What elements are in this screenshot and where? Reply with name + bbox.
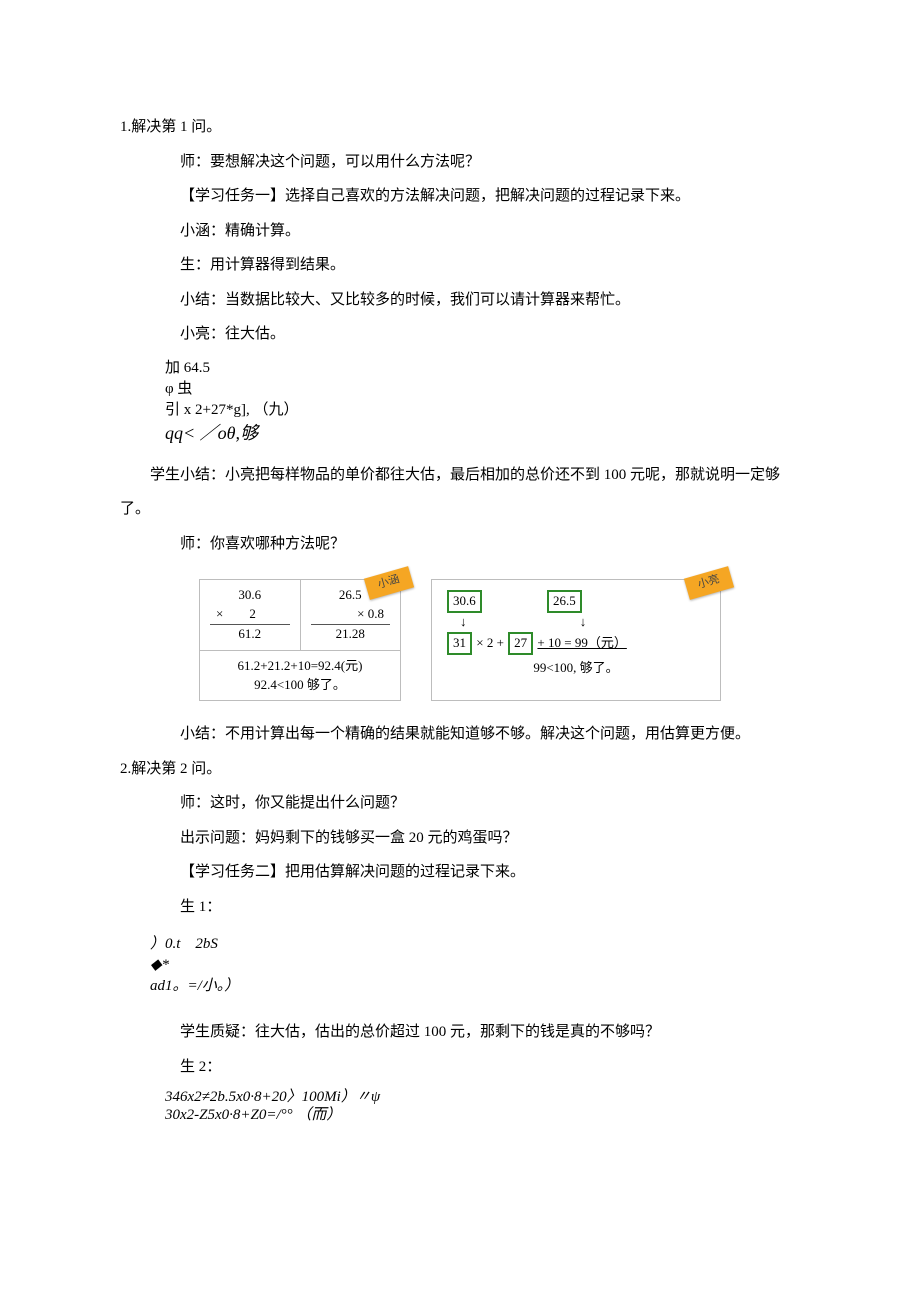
calc-line: 31 × 2 + 27 + 10 = 99（元）: [446, 632, 706, 655]
scratch-line: ◆*: [150, 955, 800, 976]
card-xiaoliang: 小亮 30.6 26.5 ↓ ↓ 31 × 2 + 27 + 10 = 99（元…: [431, 579, 721, 701]
scratch-line: ad1。=/小。）: [150, 976, 800, 997]
arrow-row: ↓ ↓: [446, 613, 706, 632]
text: + 10 = 99（元）: [537, 635, 626, 650]
calc-line: 61.2: [210, 625, 290, 644]
scratch-work-2: ）0.t 2bS ◆* ad1。=/小。）: [120, 934, 800, 997]
calc-line: 21.28: [311, 625, 391, 644]
teacher-line-3: 师：这时，你又能提出什么问题？: [120, 786, 800, 821]
work-cards-row: 小涵 30.6 × 2 61.2 26.5 × 0.8 21.28 61.2+2…: [120, 579, 800, 701]
heading-q2: 2.解决第 2 问。: [120, 752, 800, 787]
calc-line: 30.6 26.5: [446, 590, 706, 613]
text: × 2 +: [476, 635, 504, 650]
student-1: 生 1：: [120, 890, 800, 925]
student-xiaoliang: 小亮：往大估。: [120, 317, 800, 352]
scratch-work-1: 加 64.5 φ 虫 引 x 2+27*g], （九） qq< ／oθ,够: [120, 358, 800, 446]
scratch-line: 引 x 2+27*g], （九）: [165, 400, 800, 421]
student-summary-1: 学生小结：小亮把每样物品的单价都往大估，最后相加的总价还不到 100 元呢，那就…: [120, 458, 800, 527]
boxed-number: 27: [508, 632, 533, 655]
scratch-line: ）0.t 2bS: [150, 934, 800, 955]
card-tag: 小亮: [684, 566, 734, 600]
card-xiaohan: 小涵 30.6 × 2 61.2 26.5 × 0.8 21.28 61.2+2…: [199, 579, 401, 701]
calc-line: 30.6: [210, 586, 290, 605]
student-xiaohan: 小涵：精确计算。: [120, 214, 800, 249]
calc-line: 61.2+21.2+10=92.4(元): [210, 657, 390, 676]
scratch-line: 加 64.5: [165, 358, 800, 379]
summary-2: 小结：不用计算出每一个精确的结果就能知道够不够。解决这个问题，用估算更方便。: [120, 717, 800, 752]
card-cell: 30.6 × 2 61.2: [200, 580, 301, 651]
scratch-work-3: 346x2≠2b.5x0·8+20〉100Mi）〃ψ 30x2-Z5x0·8+Z…: [120, 1088, 800, 1124]
document-page: 1.解决第 1 问。 师：要想解决这个问题，可以用什么方法呢？ 【学习任务一】选…: [0, 0, 920, 1301]
boxed-number: 26.5: [547, 590, 582, 613]
calc-line: × 0.8: [311, 605, 391, 625]
calc-line: 92.4<100 够了。: [210, 676, 390, 695]
summary-1: 小结：当数据比较大、又比较多的时候，我们可以请计算器来帮忙。: [120, 283, 800, 318]
scratch-line: 30x2-Z5x0·8+Z0=/°° （而）: [165, 1106, 800, 1124]
student-sheng: 生：用计算器得到结果。: [120, 248, 800, 283]
boxed-number: 30.6: [447, 590, 482, 613]
calc-line: 99<100, 够了。: [446, 659, 706, 678]
task-2: 【学习任务二】把用估算解决问题的过程记录下来。: [120, 855, 800, 890]
teacher-line-2: 师：你喜欢哪种方法呢？: [120, 527, 800, 562]
teacher-line-1: 师：要想解决这个问题，可以用什么方法呢？: [120, 145, 800, 180]
boxed-number: 31: [447, 632, 472, 655]
calc-line: × 2: [210, 605, 290, 625]
heading-q1: 1.解决第 1 问。: [120, 110, 800, 145]
scratch-line: φ 虫: [165, 379, 800, 400]
problem-shown: 出示问题：妈妈剩下的钱够买一盒 20 元的鸡蛋吗？: [120, 821, 800, 856]
scratch-line: 346x2≠2b.5x0·8+20〉100Mi）〃ψ: [165, 1088, 800, 1106]
student-2: 生 2：: [120, 1050, 800, 1085]
task-1: 【学习任务一】选择自己喜欢的方法解决问题，把解决问题的过程记录下来。: [120, 179, 800, 214]
card-cell: 61.2+21.2+10=92.4(元) 92.4<100 够了。: [200, 651, 400, 701]
student-doubt: 学生质疑：往大估，估出的总价超过 100 元，那剩下的钱是真的不够吗？: [120, 1015, 800, 1050]
scratch-line: qq< ／oθ,够: [165, 421, 800, 446]
